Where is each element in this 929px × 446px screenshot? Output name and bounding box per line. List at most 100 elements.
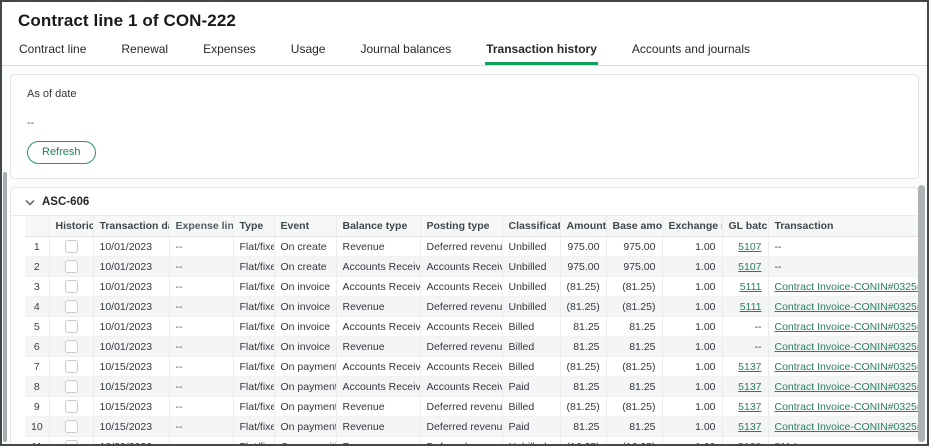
cell-amount: 975.00 — [560, 257, 606, 277]
tab-renewal[interactable]: Renewal — [120, 33, 169, 65]
cell-posting_type: Deferred revenue — [420, 397, 502, 417]
cell-exchange_rate: 1.00 — [662, 297, 722, 317]
cell-gl_batch: 5137 — [722, 377, 768, 397]
historical-checkbox[interactable] — [65, 440, 78, 446]
gl-batch-link[interactable]: 5137 — [738, 381, 761, 393]
scrollbar-thumb[interactable] — [918, 185, 925, 442]
cell-event: On payment — [274, 357, 336, 377]
cell-transaction: Contract Invoice-CONIN#0325#doc — [768, 277, 918, 297]
cell-event: On invoice — [274, 317, 336, 337]
column-header-transaction: Transaction — [768, 216, 918, 237]
tab-transaction-history[interactable]: Transaction history — [485, 33, 598, 65]
cell-event: On invoice — [274, 277, 336, 297]
refresh-button[interactable]: Refresh — [27, 141, 96, 164]
cell-classification: Unbilled — [502, 277, 560, 297]
column-header-classification: Classification — [502, 216, 560, 237]
cell-classification: Unbilled — [502, 257, 560, 277]
gl-batch-link[interactable]: 5111 — [740, 301, 762, 313]
transaction-history-table: HistoricalTransaction dateExpense line n… — [25, 216, 918, 446]
cell-transaction_date: 10/15/2023 — [93, 397, 169, 417]
gl-batch-link[interactable]: 5137 — [738, 401, 761, 413]
cell-exchange_rate: 1.00 — [662, 357, 722, 377]
cell-num: 11 — [25, 437, 49, 446]
asc-606-section-toggle[interactable]: ASC-606 — [11, 188, 918, 216]
transaction-link[interactable]: Contract Invoice-CONIN#0325#doc — [775, 401, 919, 413]
cell-event: On invoice — [274, 337, 336, 357]
cell-posting_type: Deferred revenue — [420, 417, 502, 437]
historical-checkbox[interactable] — [65, 400, 78, 413]
as-of-date-value: -- — [27, 117, 902, 129]
historical-checkbox[interactable] — [65, 360, 78, 373]
historical-checkbox[interactable] — [65, 320, 78, 333]
cell-event: On create — [274, 237, 336, 257]
cell-num: 5 — [25, 317, 49, 337]
transaction-link[interactable]: Contract Invoice-CONIN#0325#doc — [775, 421, 919, 433]
table-row: 810/15/2023--Flat/fixedOn paymentAccount… — [25, 377, 918, 397]
cell-classification: Billed — [502, 317, 560, 337]
cell-transaction_date: 10/01/2023 — [93, 237, 169, 257]
tab-usage[interactable]: Usage — [290, 33, 327, 65]
historical-checkbox[interactable] — [65, 340, 78, 353]
transaction-link[interactable]: Contract Invoice-CONIN#0325#doc — [775, 381, 919, 393]
cell-historical — [49, 437, 93, 446]
gl-batch-link[interactable]: 5137 — [738, 361, 761, 373]
vertical-scrollbar[interactable] — [918, 185, 925, 442]
transaction-link[interactable]: Contract Invoice-CONIN#0325#doc — [775, 321, 919, 333]
gl-batch-link[interactable]: 5107 — [738, 261, 761, 273]
transaction-link[interactable]: Contract Invoice-CONIN#0325#doc — [775, 361, 919, 373]
column-header-gl_batch: GL batch — [722, 216, 768, 237]
transaction-link[interactable]: Contract Invoice-CONIN#0325#doc — [775, 281, 919, 293]
cell-gl_batch: 5137 — [722, 397, 768, 417]
cell-amount: (81.25) — [560, 397, 606, 417]
cell-num: 1 — [25, 237, 49, 257]
column-header-amount: Amount — [560, 216, 606, 237]
cell-amount: 81.25 — [560, 417, 606, 437]
transaction-link[interactable]: 5114 — [775, 441, 798, 446]
cell-classification: Unbilled — [502, 297, 560, 317]
cell-gl_batch: 5107 — [722, 257, 768, 277]
cell-posting_type: Accounts Receivable — [420, 277, 502, 297]
column-header-posting_type: Posting type — [420, 216, 502, 237]
cell-amount: 81.25 — [560, 317, 606, 337]
cell-posting_type: Deferred revenue — [420, 237, 502, 257]
tab-accounts-and-journals[interactable]: Accounts and journals — [631, 33, 751, 65]
column-header-expense_line_no: Expense line no. — [169, 216, 233, 237]
cell-balance_type: Revenue — [336, 437, 420, 446]
gl-batch-link[interactable]: 5137 — [738, 421, 761, 433]
column-header-historical: Historical — [49, 216, 93, 237]
transaction-link[interactable]: Contract Invoice-CONIN#0325#doc — [775, 341, 919, 353]
tab-expenses[interactable]: Expenses — [202, 33, 257, 65]
table-row: 610/01/2023--Flat/fixedOn invoiceRevenue… — [25, 337, 918, 357]
cell-exchange_rate: 1.00 — [662, 317, 722, 337]
table-row: 110/01/2023--Flat/fixedOn createRevenueD… — [25, 237, 918, 257]
cell-historical — [49, 317, 93, 337]
gl-batch-link[interactable]: 5111 — [740, 281, 762, 293]
gl-batch-link[interactable]: 5138 — [738, 441, 761, 446]
historical-checkbox[interactable] — [65, 300, 78, 313]
cell-historical — [49, 337, 93, 357]
tab-contract-line[interactable]: Contract line — [18, 33, 87, 65]
page-title: Contract line 1 of CON-222 — [18, 11, 911, 31]
cell-gl_batch: 5137 — [722, 357, 768, 377]
gl-batch-link[interactable]: 5107 — [738, 241, 761, 253]
cell-expense_line_no: -- — [169, 257, 233, 277]
historical-checkbox[interactable] — [65, 280, 78, 293]
as-of-date-panel: As of date -- Refresh — [10, 74, 919, 179]
cell-type: Flat/fixed — [233, 417, 274, 437]
table-row: 1010/15/2023--Flat/fixedOn paymentRevenu… — [25, 417, 918, 437]
historical-checkbox[interactable] — [65, 380, 78, 393]
transaction-link[interactable]: Contract Invoice-CONIN#0325#doc — [775, 301, 919, 313]
cell-transaction: Contract Invoice-CONIN#0325#doc — [768, 417, 918, 437]
historical-checkbox[interactable] — [65, 240, 78, 253]
historical-checkbox[interactable] — [65, 260, 78, 273]
cell-type: Flat/fixed — [233, 357, 274, 377]
cell-historical — [49, 357, 93, 377]
cell-amount: (16.25) — [560, 437, 606, 446]
historical-checkbox[interactable] — [65, 420, 78, 433]
cell-base_amount: (81.25) — [606, 397, 662, 417]
column-header-base_amount: Base amount — [606, 216, 662, 237]
cell-transaction: Contract Invoice-CONIN#0325#doc — [768, 317, 918, 337]
cell-balance_type: Accounts Receivable — [336, 317, 420, 337]
table-row: 1110/30/2023--Flat/fixedOn recognitionRe… — [25, 437, 918, 446]
tab-journal-balances[interactable]: Journal balances — [359, 33, 452, 65]
